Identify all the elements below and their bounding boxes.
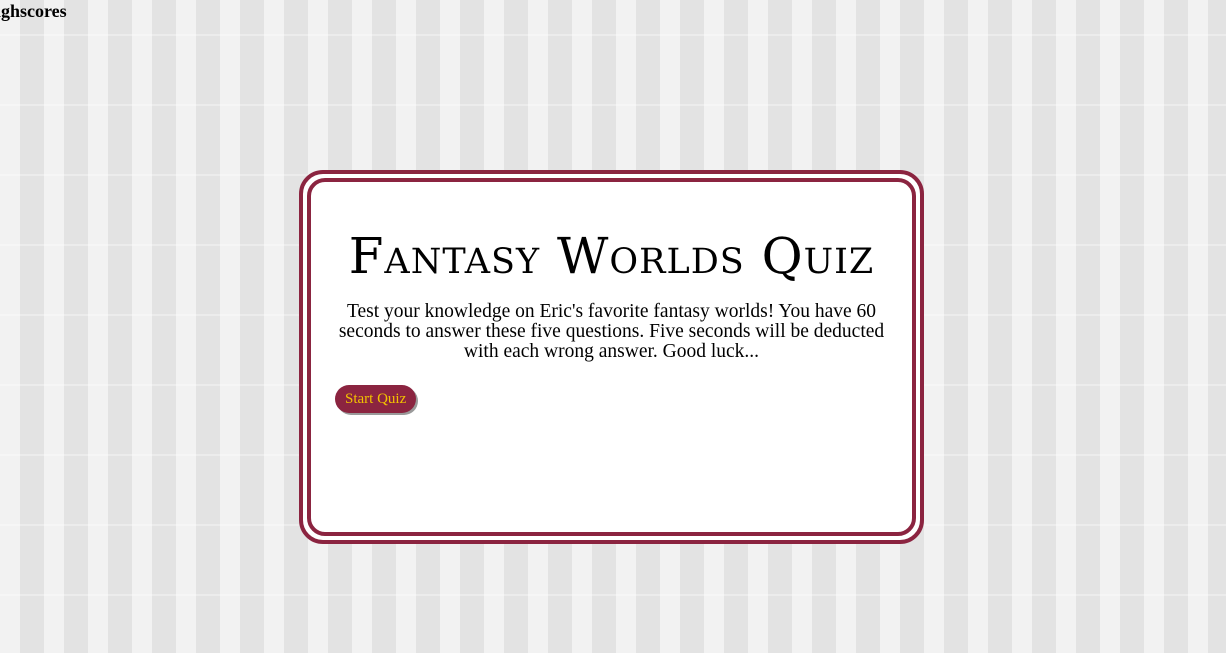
- start-quiz-button[interactable]: Start Quiz: [335, 385, 417, 413]
- quiz-intro-text: Test your knowledge on Eric's favorite f…: [338, 301, 885, 362]
- quiz-card-inner: Fantasy Worlds Quiz Test your knowledge …: [307, 178, 916, 536]
- quiz-title: Fantasy Worlds Quiz: [348, 227, 875, 285]
- quiz-card: Fantasy Worlds Quiz Test your knowledge …: [299, 170, 924, 544]
- highscores-link[interactable]: Highscores: [0, 0, 67, 22]
